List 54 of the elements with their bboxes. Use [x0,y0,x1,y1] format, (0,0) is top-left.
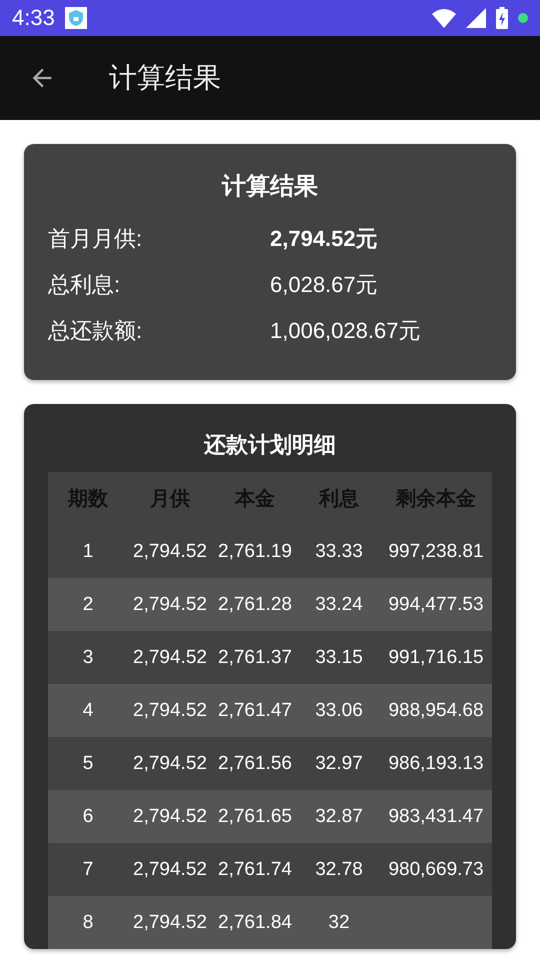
table-cell-text: 4 [82,700,94,722]
table-cell-text: 980,669.73 [387,858,485,880]
battery-charging-icon [496,7,508,29]
summary-label: 总还款额: [48,317,144,345]
summary-value: 1,006,028.67元 [270,317,422,345]
table-cell-text: 988,954.68 [387,700,485,722]
table-cell-text: 8 [82,912,94,934]
shield-icon [64,7,87,29]
card-title: 计算结果 [220,172,319,202]
summary-value: 2,794.52元 [270,225,379,253]
table-cell-text: 33.06 [314,700,364,722]
status-dot-icon [518,13,528,23]
table-cell-text: 2,794.52 [132,806,208,828]
table-cell-text: 32.97 [314,752,364,774]
table-cell-text: 2,794.52 [132,858,208,880]
table-cell-text: 5 [82,752,94,774]
table-cell-text: 991,716.15 [387,646,485,668]
table-cell-text: 1 [82,540,94,562]
table-cell-text: 7 [82,858,94,880]
table-cell-text: 32.87 [314,806,364,828]
summary-value: 6,028.67元 [270,271,379,299]
table-cell-text: 2,761.56 [217,752,293,774]
table-cell-text: 2,761.19 [217,540,293,562]
table-cell-text: 2,761.84 [217,912,293,934]
table-cell-text: 2,761.28 [217,594,293,616]
table-cell-text: 2,794.52 [132,752,208,774]
table-cell-text: 2,794.52 [132,594,208,616]
summary-label: 首月月供: [48,225,144,253]
table-cell-text: 6 [82,806,94,828]
table-cell-text: 3 [82,646,94,668]
table-cell-text: 33.33 [314,540,364,562]
table-cell-text: 2,761.74 [217,858,293,880]
table-cell-text: 997,238.81 [387,540,485,562]
table-cell-text: 33.24 [314,594,364,616]
table-cell-text: 2,794.52 [132,912,208,934]
table-cell-text: 32.78 [314,858,364,880]
app-bar-title: 计算结果 [109,61,221,95]
signal-icon [466,8,486,28]
wifi-icon [432,8,456,28]
table-cell-text: 983,431.47 [387,806,485,828]
card-title: 还款计划明细 [203,431,337,459]
table-cell-text: 2,794.52 [132,700,208,722]
table-cell-text: 2 [82,594,94,616]
table-cell-text: 33.15 [314,646,364,668]
table-cell-text: 32 [327,912,351,934]
table-cell-text: 994,477.53 [387,594,485,616]
table-cell-text: 2,794.52 [132,540,208,562]
table-cell-text: 2,794.52 [132,646,208,668]
table-cell-text: 986,193.13 [387,752,485,774]
status-time: 4:33 [12,5,55,31]
summary-label: 总利息: [48,271,122,299]
table-cell-text: 2,761.47 [217,700,293,722]
table-cell-text: 2,761.65 [217,806,293,828]
table-cell-text: 2,761.37 [217,646,293,668]
